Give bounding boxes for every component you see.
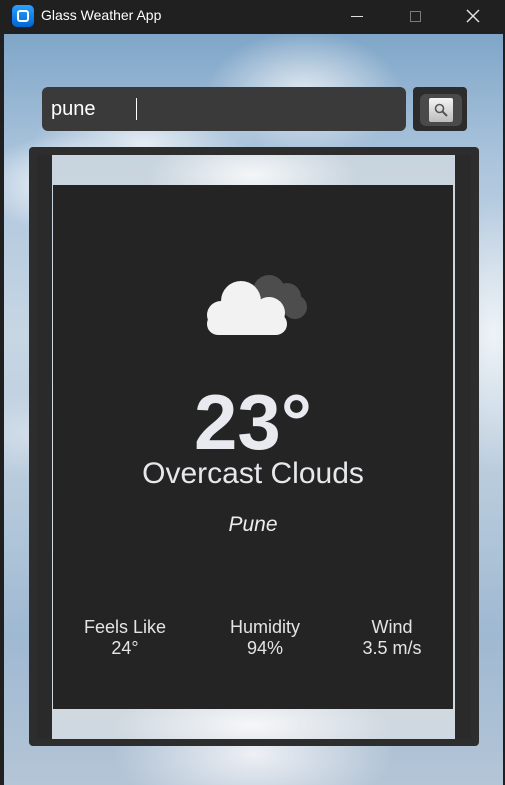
title-bar[interactable]: Glass Weather App <box>0 0 505 32</box>
stat-value: 3.5 m/s <box>362 638 422 658</box>
frame-rail-left <box>37 155 52 739</box>
frame-rail-right <box>455 155 471 739</box>
close-icon <box>466 9 480 23</box>
search-input[interactable] <box>42 87 406 131</box>
stat-humidity: Humidity 94% <box>215 617 315 659</box>
search-field[interactable] <box>42 87 406 131</box>
weather-condition: Overcast Clouds <box>142 457 364 490</box>
cloud-icon <box>207 275 307 335</box>
close-button[interactable] <box>450 0 496 32</box>
search-icon <box>429 98 453 122</box>
minimize-button[interactable] <box>334 0 380 32</box>
city-name: Pune <box>228 513 278 536</box>
search-button-container <box>413 87 467 131</box>
text-caret <box>136 98 137 120</box>
stat-value: 24° <box>111 638 139 658</box>
maximize-icon <box>409 10 421 22</box>
stat-value: 94% <box>246 638 284 658</box>
stat-wind: Wind 3.5 m/s <box>342 617 442 659</box>
stat-label: Humidity <box>229 617 300 637</box>
minimize-icon <box>351 15 363 17</box>
sky-background: 23° Overcast Clouds Pune Feels Like 24° … <box>4 34 503 785</box>
stat-label: Wind <box>371 617 413 637</box>
search-button[interactable] <box>420 94 462 126</box>
weather-card: 23° Overcast Clouds Pune Feels Like 24° … <box>53 185 453 709</box>
stat-feels-like: Feels Like 24° <box>75 617 175 659</box>
stat-label: Feels Like <box>83 617 167 637</box>
app-icon <box>12 5 34 27</box>
window-title: Glass Weather App <box>41 7 162 23</box>
app-window: Glass Weather App pune 23° Overcast Clou… <box>0 0 505 785</box>
temperature: 23° <box>194 378 312 466</box>
maximize-button[interactable] <box>392 0 438 32</box>
